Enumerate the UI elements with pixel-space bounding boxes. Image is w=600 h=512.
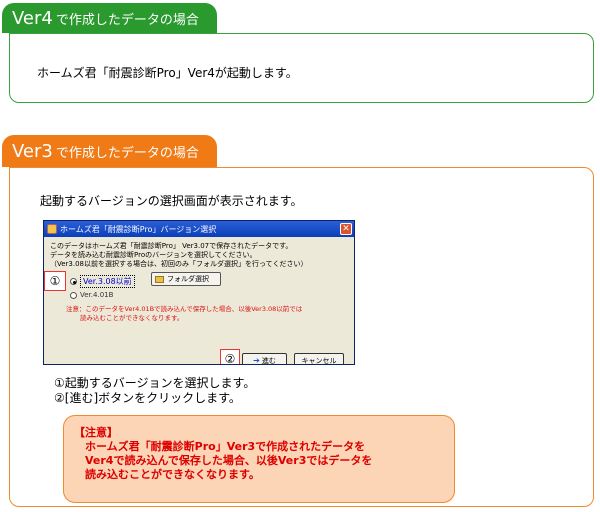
radio-checked-icon[interactable] [70,278,77,285]
version-select-dialog: ホームズ君「耐震診断Pro」バージョン選択 ✕ このデータはホームズ君「耐震診断… [43,220,355,365]
ver4-section-tab: Ver4 で作成したデータの場合 [2,3,217,33]
dialog-message-3: （Ver3.08以前を選択する場合は、初回のみ「フォルダ選択」を行ってください） [50,260,308,268]
folder-icon [155,275,164,283]
radio-option-ver4-label: Ver.4.01B [80,291,114,299]
go-button-label: 進む [261,356,276,365]
ver4-tab-title: Ver4 [12,8,53,29]
caution-heading: 【注意】 [74,426,118,439]
caution-line-3: 読み込むことができなくなります。 [74,468,260,481]
ver3-section-tab: Ver3 で作成したデータの場合 [2,135,217,167]
folder-select-label: フォルダ選択 [167,275,209,283]
dialog-warning: 注意：このデータをVer4.01Bで読み込んで保存した場合、以後Ver3.08以… [66,305,302,323]
ver3-section-box: 起動するバージョンの選択画面が表示されます。 ホームズ君「耐震診断Pro」バージ… [9,167,594,507]
ver4-section-box: ホームズ君「耐震診断Pro」Ver4が起動します。 [9,33,594,103]
go-button[interactable]: ➔ 進む [242,353,287,365]
folder-select-button[interactable]: フォルダ選択 [151,272,221,286]
dialog-warning-line-1: 注意：このデータをVer4.01Bで読み込んで保存した場合、以後Ver3.08以… [66,305,303,313]
ver3-tab-title: Ver3 [12,141,53,162]
dialog-title: ホームズ君「耐震診断Pro」バージョン選択 [60,224,217,234]
step-marker-2: ② [220,349,240,364]
dialog-body: このデータはホームズ君「耐震診断Pro」 Ver3.07で保存されたデータです。… [44,237,354,365]
ver4-tab-subtitle: で作成したデータの場合 [55,13,199,28]
ver3-tab-subtitle: で作成したデータの場合 [55,146,199,161]
app-icon [47,224,57,234]
radio-option-ver3-label: Ver.3.08以前 [80,275,135,288]
dialog-warning-line-2: 読み込むことができなくなります。 [80,314,184,322]
close-icon[interactable]: ✕ [340,223,352,235]
instruction-steps: ①起動するバージョンを選択します。 ②[進む]ボタンをクリックします。 [54,376,255,406]
caution-line-2: Ver4で読み込んで保存した場合、以後Ver3ではデータを [74,454,373,467]
ver4-description: ホームズ君「耐震診断Pro」Ver4が起動します。 [37,66,298,80]
ver3-intro: 起動するバージョンの選択画面が表示されます。 [40,194,303,208]
step-marker-1: ① [44,271,66,291]
radio-option-ver3[interactable]: Ver.3.08以前 [70,275,135,288]
radio-option-ver4[interactable]: Ver.4.01B [70,291,113,299]
arrow-right-icon: ➔ [253,356,260,365]
caution-line-1: ホームズ君「耐震診断Pro」Ver3で作成されたデータを [74,440,366,453]
radio-unchecked-icon[interactable] [70,291,77,299]
caution-box: 【注意】 ホームズ君「耐震診断Pro」Ver3で作成されたデータを Ver4で読… [63,415,455,503]
dialog-titlebar: ホームズ君「耐震診断Pro」バージョン選択 ✕ [44,221,354,237]
step-1: ①起動するバージョンを選択します。 [54,376,256,390]
step-2: ②[進む]ボタンをクリックします。 [54,391,241,405]
cancel-button[interactable]: キャンセル [294,353,344,364]
